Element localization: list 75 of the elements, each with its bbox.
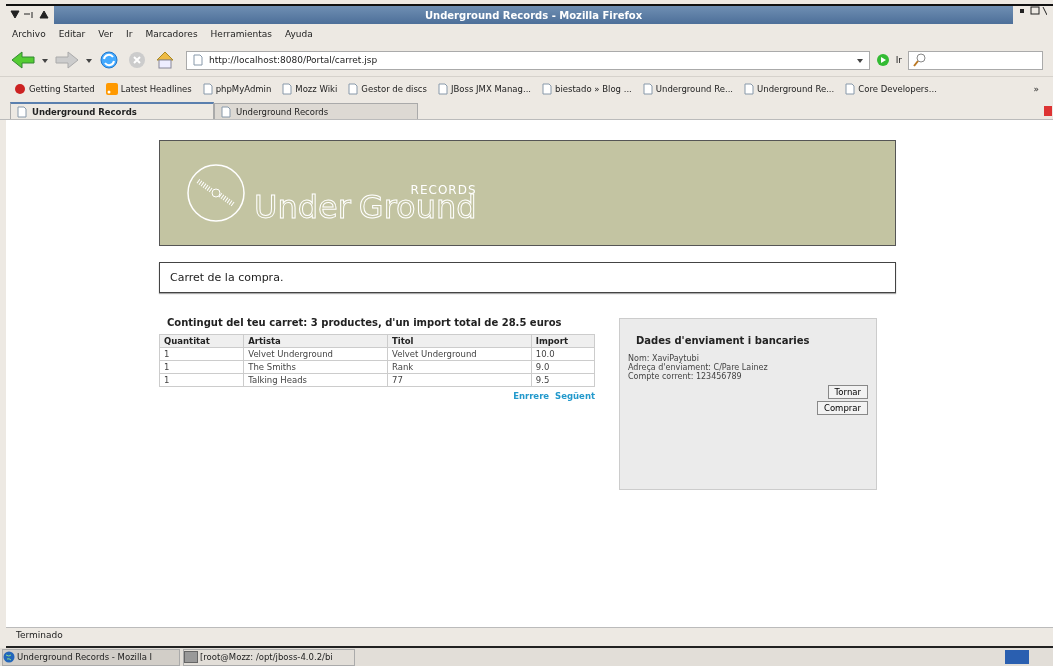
table-cell: Rank xyxy=(387,360,532,374)
rss-icon xyxy=(105,83,118,95)
detail-line: Adreça d'enviament: C/Pare Lainez xyxy=(628,363,769,372)
home-icon[interactable] xyxy=(154,50,176,70)
more-bookmarks-button[interactable]: » xyxy=(1033,84,1039,94)
menu-item[interactable]: Editar xyxy=(58,29,86,39)
start-icon xyxy=(14,83,26,95)
page-icon xyxy=(221,105,231,118)
back-arrow-icon[interactable] xyxy=(10,50,36,70)
globe-icon xyxy=(3,651,15,663)
cart-summary: Contingut del teu carret: 3 productes, d'un import total de 28.5 euros xyxy=(166,317,563,328)
stop-icon[interactable] xyxy=(126,50,148,70)
bookmark-item[interactable]: biestado » Blog ... xyxy=(542,83,632,95)
page-icon xyxy=(437,83,448,95)
status-text: Terminado xyxy=(16,630,63,640)
page-heading: Carret de la compra. xyxy=(159,262,896,293)
menu-item[interactable]: Marcadores xyxy=(145,29,198,39)
page-icon xyxy=(282,83,293,95)
reload-icon[interactable] xyxy=(98,50,120,70)
menu-item[interactable]: Herramientas xyxy=(210,29,272,39)
page-icon xyxy=(17,105,27,118)
bookmark-item[interactable]: Getting Started xyxy=(14,83,95,95)
window-title: Underground Records - Mozilla Firefox xyxy=(423,9,644,21)
go-icon[interactable] xyxy=(875,53,890,67)
browser-tab[interactable]: Underground Records xyxy=(214,103,418,119)
forward-arrow-icon[interactable] xyxy=(54,50,80,70)
bookmark-item[interactable]: Mozz Wiki xyxy=(282,83,338,95)
page-icon xyxy=(193,54,203,66)
menu-item[interactable]: Ayuda xyxy=(284,29,313,39)
search-field[interactable] xyxy=(908,50,1043,70)
table-cell: 10.0 xyxy=(531,347,595,361)
page-icon xyxy=(845,83,856,95)
column-header: Import xyxy=(531,334,595,348)
address-field[interactable]: http://localhost:8080/Portal/carret.jsp xyxy=(186,50,870,70)
bookmark-item[interactable]: Latest Headlines xyxy=(105,83,192,95)
table-cell: 1 xyxy=(159,360,244,374)
page-icon xyxy=(348,83,359,95)
table-cell: 77 xyxy=(387,373,532,387)
bookmark-item[interactable]: JBoss JMX Manag... xyxy=(437,83,532,95)
table-cell: 9.0 xyxy=(531,360,595,374)
page-icon xyxy=(202,83,213,95)
menu-item[interactable]: Ir xyxy=(126,29,133,39)
bookmark-item[interactable]: Underground Re... xyxy=(642,83,734,95)
column-header: Titol xyxy=(387,334,532,348)
column-header: Artista xyxy=(243,334,388,348)
panel-title: Dades d'enviament i bancaries xyxy=(636,335,811,346)
bookmark-item[interactable]: Gestor de discs xyxy=(348,83,427,95)
go-button[interactable]: Ir xyxy=(895,55,902,65)
table-cell: The Smiths xyxy=(243,360,388,374)
bookmark-item[interactable]: Core Developers... xyxy=(845,83,937,95)
window-controls-icon[interactable] xyxy=(10,10,50,20)
table-cell: Velvet Underground xyxy=(243,347,388,361)
detail-line: Compte corrent: 123456789 xyxy=(628,372,743,381)
taskbar-button[interactable]: [root@Mozz: /opt/jboss-4.0.2/bi xyxy=(183,648,355,666)
page-icon xyxy=(542,83,553,95)
table-cell: Velvet Underground xyxy=(387,347,532,361)
terminal-icon xyxy=(184,651,198,663)
column-header: Quantitat xyxy=(159,334,244,348)
table-cell: 1 xyxy=(159,373,244,387)
browser-tab[interactable]: Underground Records xyxy=(10,102,214,119)
form-button[interactable]: Comprar xyxy=(817,401,868,415)
table-cell: Talking Heads xyxy=(243,373,388,387)
taskbar-button[interactable]: Underground Records - Mozilla I xyxy=(2,648,180,666)
page-icon xyxy=(642,83,653,95)
table-cell: 9.5 xyxy=(531,373,595,387)
bookmark-item[interactable]: phpMyAdmin xyxy=(202,83,272,95)
vinyl-record-icon xyxy=(186,163,246,223)
menu-item[interactable]: Ver xyxy=(98,29,113,39)
detail-line: Nom: XaviPaytubi xyxy=(628,354,699,363)
menu-item[interactable]: Archivo xyxy=(12,29,46,39)
page-icon xyxy=(744,83,755,95)
window-buttons-icon[interactable] xyxy=(1013,6,1053,24)
form-button[interactable]: Tornar xyxy=(827,385,868,399)
table-cell: 1 xyxy=(159,347,244,361)
bookmark-item[interactable]: Underground Re... xyxy=(744,83,835,95)
